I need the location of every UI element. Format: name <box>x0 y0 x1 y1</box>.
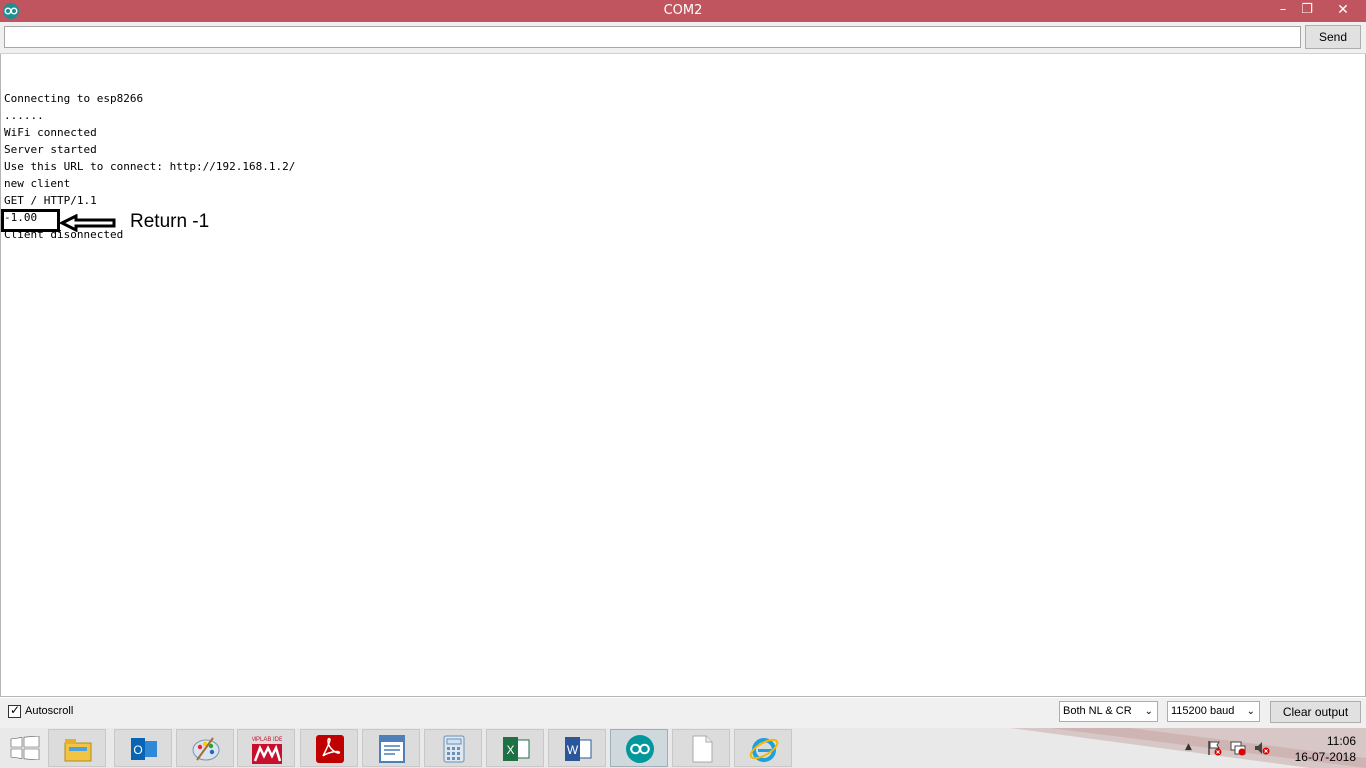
taskbar-internet-explorer[interactable] <box>734 729 792 767</box>
tray-expand-icon[interactable]: ▲ <box>1185 742 1192 752</box>
taskbar-outlook[interactable]: O <box>114 729 172 767</box>
check-icon: ✓ <box>10 703 21 717</box>
clear-output-button[interactable]: Clear output <box>1270 701 1361 723</box>
file-explorer-icon <box>64 739 92 762</box>
arduino-icon <box>626 735 654 763</box>
wordpad-icon <box>379 735 405 763</box>
line-ending-select[interactable]: Both NL & CR ⌄ <box>1059 701 1158 722</box>
taskbar-file-explorer[interactable] <box>48 729 106 767</box>
clock-time: 11:06 <box>1326 734 1356 748</box>
output-line: Use this URL to connect: http://192.168.… <box>4 160 296 173</box>
send-button[interactable]: Send <box>1305 25 1361 49</box>
system-clock[interactable]: 11:06 16-07-2018 <box>1282 733 1356 765</box>
serial-output[interactable]: Connecting to esp8266 ...... WiFi connec… <box>0 54 1366 697</box>
restore-button[interactable]: ❐ <box>1292 0 1322 22</box>
output-line: new client <box>4 177 71 190</box>
acrobat-icon <box>316 735 344 763</box>
annotation-label: Return -1 <box>130 211 210 232</box>
blank-file-icon <box>692 735 713 763</box>
taskbar-arduino[interactable] <box>610 729 668 767</box>
baud-rate-value: 115200 baud <box>1171 705 1235 717</box>
taskbar-acrobat[interactable] <box>300 729 358 767</box>
taskbar-paint[interactable] <box>176 729 234 767</box>
windows-start-icon[interactable] <box>10 736 40 760</box>
excel-icon: X <box>503 737 530 761</box>
output-line: GET / HTTP/1.1 <box>4 194 97 207</box>
taskbar-excel[interactable]: X <box>486 729 544 767</box>
svg-text:W: W <box>567 743 579 757</box>
clock-date: 16-07-2018 <box>1294 750 1356 764</box>
annotation-arrow-icon <box>60 214 116 232</box>
network-icon[interactable] <box>1230 740 1246 756</box>
paint-icon <box>192 737 220 761</box>
taskbar-mplab-ide[interactable]: MPLAB IDE <box>237 729 295 767</box>
baud-rate-select[interactable]: 115200 baud ⌄ <box>1167 701 1260 722</box>
internet-explorer-icon <box>749 738 779 762</box>
window-title: COM2 <box>663 3 703 18</box>
volume-muted-icon[interactable] <box>1254 740 1270 756</box>
taskbar-blank-file[interactable] <box>672 729 730 767</box>
outlook-icon: O <box>131 738 157 760</box>
svg-text:O: O <box>133 743 142 757</box>
serial-input[interactable] <box>4 26 1301 48</box>
autoscroll-label: Autoscroll <box>25 705 74 717</box>
taskbar: O MPLAB IDE X W ▲ 11:06 16-07-2018 <box>0 728 1366 768</box>
output-line: WiFi connected <box>4 126 97 139</box>
mplab-ide-caption: MPLAB IDE <box>252 737 282 743</box>
output-line: Server started <box>4 143 97 156</box>
svg-text:X: X <box>506 743 514 757</box>
output-line: ...... <box>4 109 44 122</box>
annotation-box <box>1 209 60 232</box>
title-bar: COM2 – ❐ ✕ <box>0 0 1366 22</box>
calculator-icon <box>443 735 465 763</box>
word-icon: W <box>565 737 592 761</box>
send-bar: Send <box>0 22 1366 54</box>
chevron-down-icon: ⌄ <box>1246 706 1255 717</box>
autoscroll-checkbox[interactable]: ✓ <box>8 703 21 718</box>
bottom-bar: ✓ Autoscroll Both NL & CR ⌄ 115200 baud … <box>0 698 1366 728</box>
flag-alert-icon[interactable] <box>1206 740 1222 756</box>
taskbar-wordpad[interactable] <box>362 729 420 767</box>
mplab-ide-icon: MPLAB IDE <box>252 737 282 764</box>
line-ending-value: Both NL & CR <box>1063 705 1132 717</box>
taskbar-word[interactable]: W <box>548 729 606 767</box>
taskbar-calculator[interactable] <box>424 729 482 767</box>
close-button[interactable]: ✕ <box>1320 0 1366 22</box>
chevron-down-icon: ⌄ <box>1144 706 1153 717</box>
output-line: Connecting to esp8266 <box>4 92 144 105</box>
